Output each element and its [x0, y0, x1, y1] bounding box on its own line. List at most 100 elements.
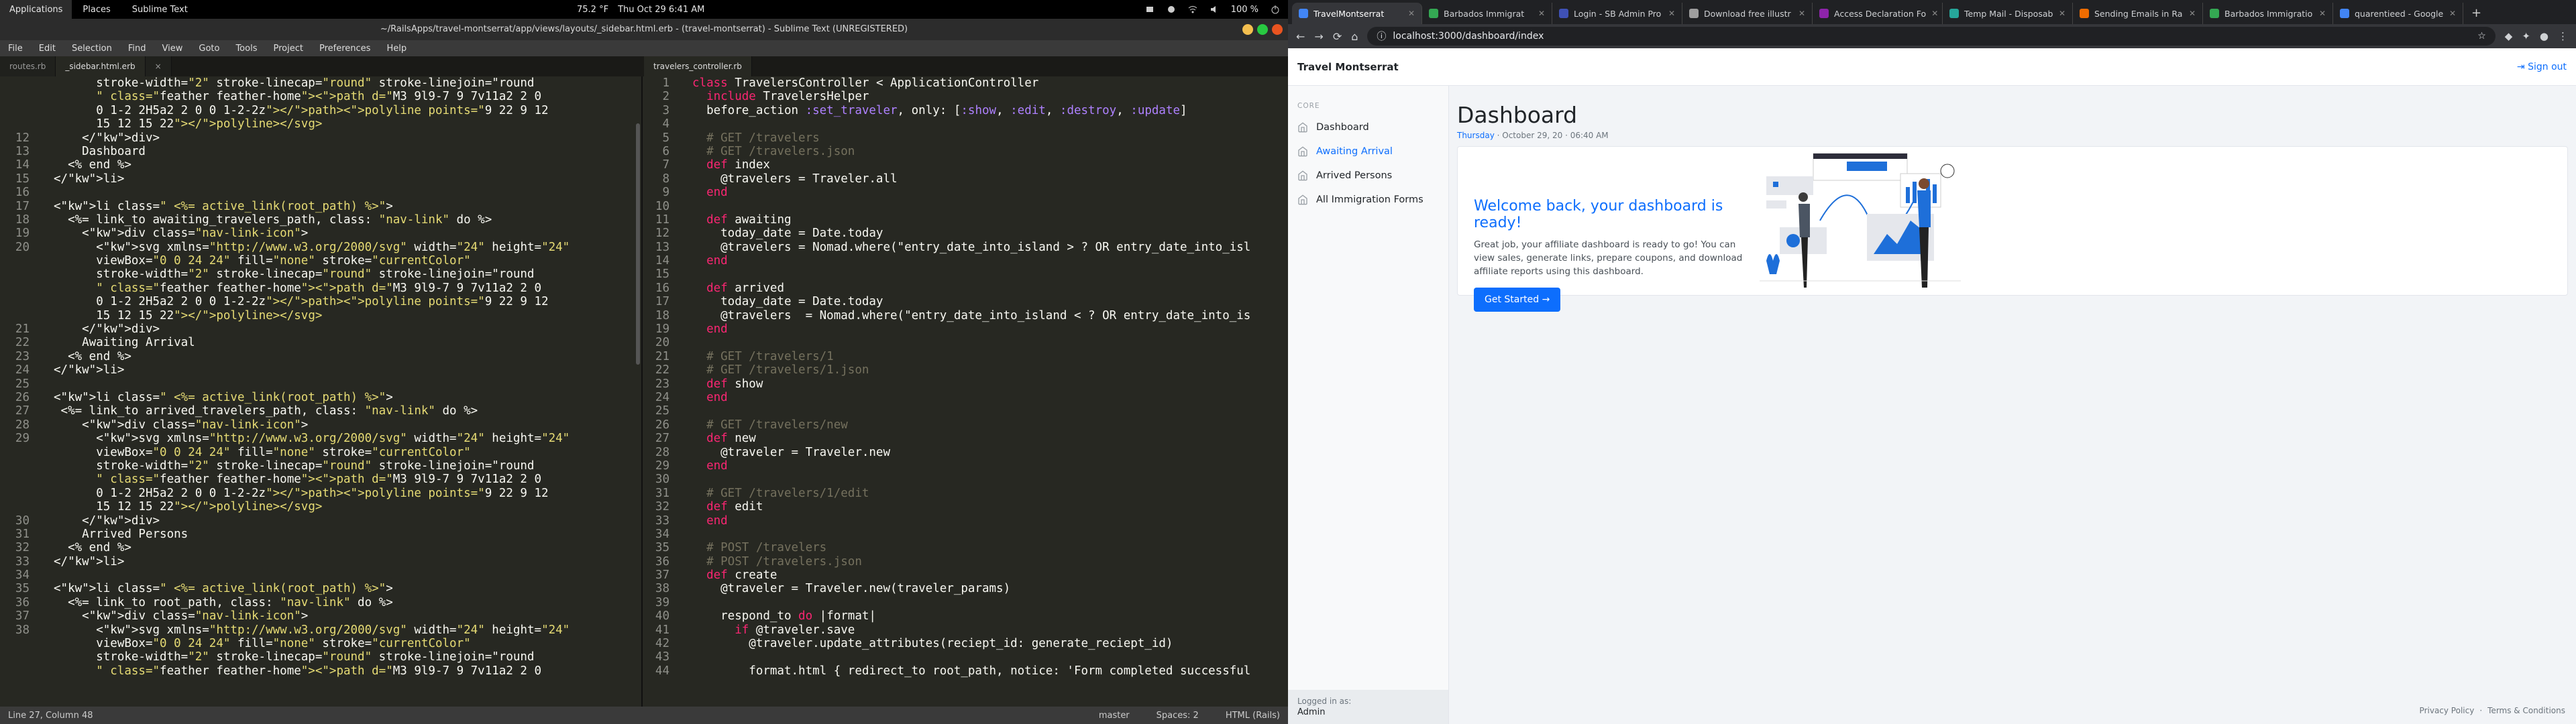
code-line[interactable]: # GET /travelers/1/edit — [692, 487, 1288, 500]
tab-close-icon[interactable]: ✕ — [1668, 9, 1675, 18]
code-line[interactable]: def edit — [692, 500, 1288, 514]
browser-tab[interactable]: Download free illustr ✕ — [1682, 3, 1813, 24]
code-line[interactable]: viewBox="0 0 24 24" fill="none" stroke="… — [54, 446, 641, 459]
menu-project[interactable]: Project — [273, 44, 303, 54]
code-line[interactable] — [692, 267, 1288, 281]
code-line[interactable]: <"kw">svg xmlns="http://www.w3.org/2000/… — [54, 241, 641, 254]
browser-tab[interactable]: Sending Emails in Ra ✕ — [2073, 3, 2203, 24]
code-line[interactable]: 15 12 15 22"></">polyline></svg> — [54, 500, 641, 514]
indentation[interactable]: Spaces: 2 — [1157, 711, 1199, 721]
code-line[interactable]: format.html { redirect_to root_path, not… — [692, 664, 1288, 678]
get-started-button[interactable]: Get Started → — [1474, 288, 1561, 312]
maximize-button[interactable] — [1257, 24, 1268, 35]
tab-close-icon[interactable]: ✕ — [2189, 9, 2196, 18]
browser-tab[interactable]: quarentieed - Google ✕ — [2333, 3, 2463, 24]
code-line[interactable]: def new — [692, 432, 1288, 445]
scrollbar[interactable] — [636, 123, 640, 365]
tab-close-icon[interactable]: ✕ — [1408, 9, 1415, 18]
code-line[interactable]: end — [692, 514, 1288, 528]
code-line[interactable]: <"kw">li class=" <%= active_link(root_pa… — [54, 200, 641, 213]
chat-icon[interactable] — [1167, 5, 1176, 14]
code-line[interactable]: " class="feather feather-home"><">path d… — [54, 90, 641, 103]
code-line[interactable]: 15 12 15 22"></">polyline></svg> — [54, 309, 641, 322]
reload-icon[interactable]: ⟳ — [1333, 30, 1342, 43]
code-line[interactable]: " class="feather feather-home"><">path d… — [54, 664, 641, 678]
privacy-policy-link[interactable]: Privacy Policy — [2420, 706, 2475, 715]
code-line[interactable]: # GET /travelers/1.json — [692, 363, 1288, 377]
code-line[interactable]: today_date = Date.today — [692, 295, 1288, 308]
code-line[interactable]: def create — [692, 568, 1288, 582]
code-line[interactable]: viewBox="0 0 24 24" fill="none" stroke="… — [54, 254, 641, 267]
code-line[interactable]: </"kw">li> — [54, 172, 641, 186]
code-line[interactable]: 0 1-2 2H5a2 2 0 0 1-2-2z"></">path><">po… — [54, 104, 641, 117]
back-icon[interactable]: ← — [1296, 30, 1305, 43]
code-line[interactable]: def awaiting — [692, 213, 1288, 227]
code-line[interactable]: # GET /travelers/1 — [692, 350, 1288, 363]
menu-find[interactable]: Find — [128, 44, 146, 54]
code-line[interactable]: <"kw">li class=" <%= active_link(root_pa… — [54, 582, 641, 595]
code-line[interactable] — [54, 186, 641, 199]
sign-out-link[interactable]: ⇥ Sign out — [2517, 62, 2567, 72]
code-line[interactable]: <% end %> — [54, 350, 641, 363]
code-line[interactable]: def index — [692, 158, 1288, 172]
code-line[interactable]: end — [692, 322, 1288, 336]
tab-close-icon[interactable]: ✕ — [1931, 9, 1938, 18]
tab-close-icon[interactable]: ✕ — [2059, 9, 2065, 18]
menu-selection[interactable]: Selection — [72, 44, 112, 54]
browser-tab[interactable]: Barbados Immigrat ✕ — [1422, 3, 1552, 24]
code-line[interactable]: class TravelersController < ApplicationC… — [692, 76, 1288, 90]
code-line[interactable]: include TravelersHelper — [692, 90, 1288, 103]
code-line[interactable]: <"kw">svg xmlns="http://www.w3.org/2000/… — [54, 432, 641, 445]
code-line[interactable] — [692, 404, 1288, 418]
code-line[interactable] — [54, 377, 641, 391]
terms-link[interactable]: Terms & Conditions — [2487, 706, 2565, 715]
forward-icon[interactable]: → — [1314, 30, 1323, 43]
brand-link[interactable]: Travel Montserrat — [1297, 61, 1399, 73]
code-line[interactable]: end — [692, 254, 1288, 267]
syntax-selector[interactable]: HTML (Rails) — [1226, 711, 1280, 721]
close-button[interactable] — [1272, 24, 1283, 35]
code-line[interactable]: before_action :set_traveler, only: [:sho… — [692, 104, 1288, 117]
code-line[interactable] — [692, 650, 1288, 664]
power-icon[interactable] — [1271, 5, 1280, 14]
code-line[interactable]: stroke-width="2" stroke-linecap="round" … — [54, 76, 641, 90]
code-line[interactable]: <"kw">div class="nav-link-icon"> — [54, 609, 641, 623]
code-line[interactable]: Arrived Persons — [54, 528, 641, 541]
sidebar-item-all-immigration-forms[interactable]: All Immigration Forms — [1288, 188, 1448, 212]
menu-help[interactable]: Help — [386, 44, 407, 54]
clock-area[interactable]: 75.2 °F Thu Oct 29 6:41 AM — [577, 5, 704, 15]
code-line[interactable] — [692, 336, 1288, 349]
browser-tab[interactable]: Access Declaration Fo ✕ — [1813, 3, 1943, 24]
editor-pane-right[interactable]: 1 2 3 4 5 6 7 8 9 10 11 12 13 14 15 16 17 18 19 20 21 22 23 24 2… — [643, 76, 1288, 707]
code-line[interactable]: # GET /travelers/new — [692, 418, 1288, 432]
code-line[interactable]: </"kw">li> — [54, 555, 641, 568]
tab-close-icon[interactable]: ✕ — [1538, 9, 1545, 18]
code-line[interactable] — [54, 568, 641, 582]
code-line[interactable] — [692, 473, 1288, 486]
browser-tab[interactable]: Temp Mail - Disposab ✕ — [1943, 3, 2073, 24]
battery-indicator[interactable]: 100 % — [1231, 5, 1258, 15]
new-tab-button[interactable]: + — [2463, 3, 2489, 24]
code-line[interactable]: <"kw">li class=" <%= active_link(root_pa… — [54, 391, 641, 404]
code-line[interactable]: </"kw">div> — [54, 322, 641, 336]
code-line[interactable]: <"kw">svg xmlns="http://www.w3.org/2000/… — [54, 623, 641, 637]
tab-close-icon[interactable]: ✕ — [1799, 9, 1805, 18]
places-menu[interactable]: Places — [72, 5, 121, 15]
code-line[interactable]: <%= link_to root_path, class: "nav-link"… — [54, 596, 641, 609]
tab-close-icon[interactable]: ✕ — [2449, 9, 2456, 18]
code-line[interactable]: <%= link_to arrived_travelers_path, clas… — [54, 404, 641, 418]
tab-travelers-controller[interactable]: travelers_controller.rb — [644, 56, 752, 76]
menu-view[interactable]: View — [162, 44, 183, 54]
active-app-menu[interactable]: Sublime Text — [121, 5, 199, 15]
minimize-button[interactable] — [1242, 24, 1253, 35]
code-line[interactable]: end — [692, 459, 1288, 473]
code-line[interactable]: " class="feather feather-home"><">path d… — [54, 282, 641, 295]
code-line[interactable]: def arrived — [692, 282, 1288, 295]
code-line[interactable]: 0 1-2 2H5a2 2 0 0 1-2-2z"></">path><">po… — [54, 295, 641, 308]
code-line[interactable]: # GET /travelers — [692, 131, 1288, 145]
code-line[interactable]: # POST /travelers.json — [692, 555, 1288, 568]
code-line[interactable]: <"kw">div class="nav-link-icon"> — [54, 227, 641, 240]
address-bar[interactable]: ⓘ localhost:3000/dashboard/index ☆ — [1367, 27, 2496, 46]
code-line[interactable]: respond_to do |format| — [692, 609, 1288, 623]
tab-close-icon[interactable]: × — [145, 56, 172, 76]
